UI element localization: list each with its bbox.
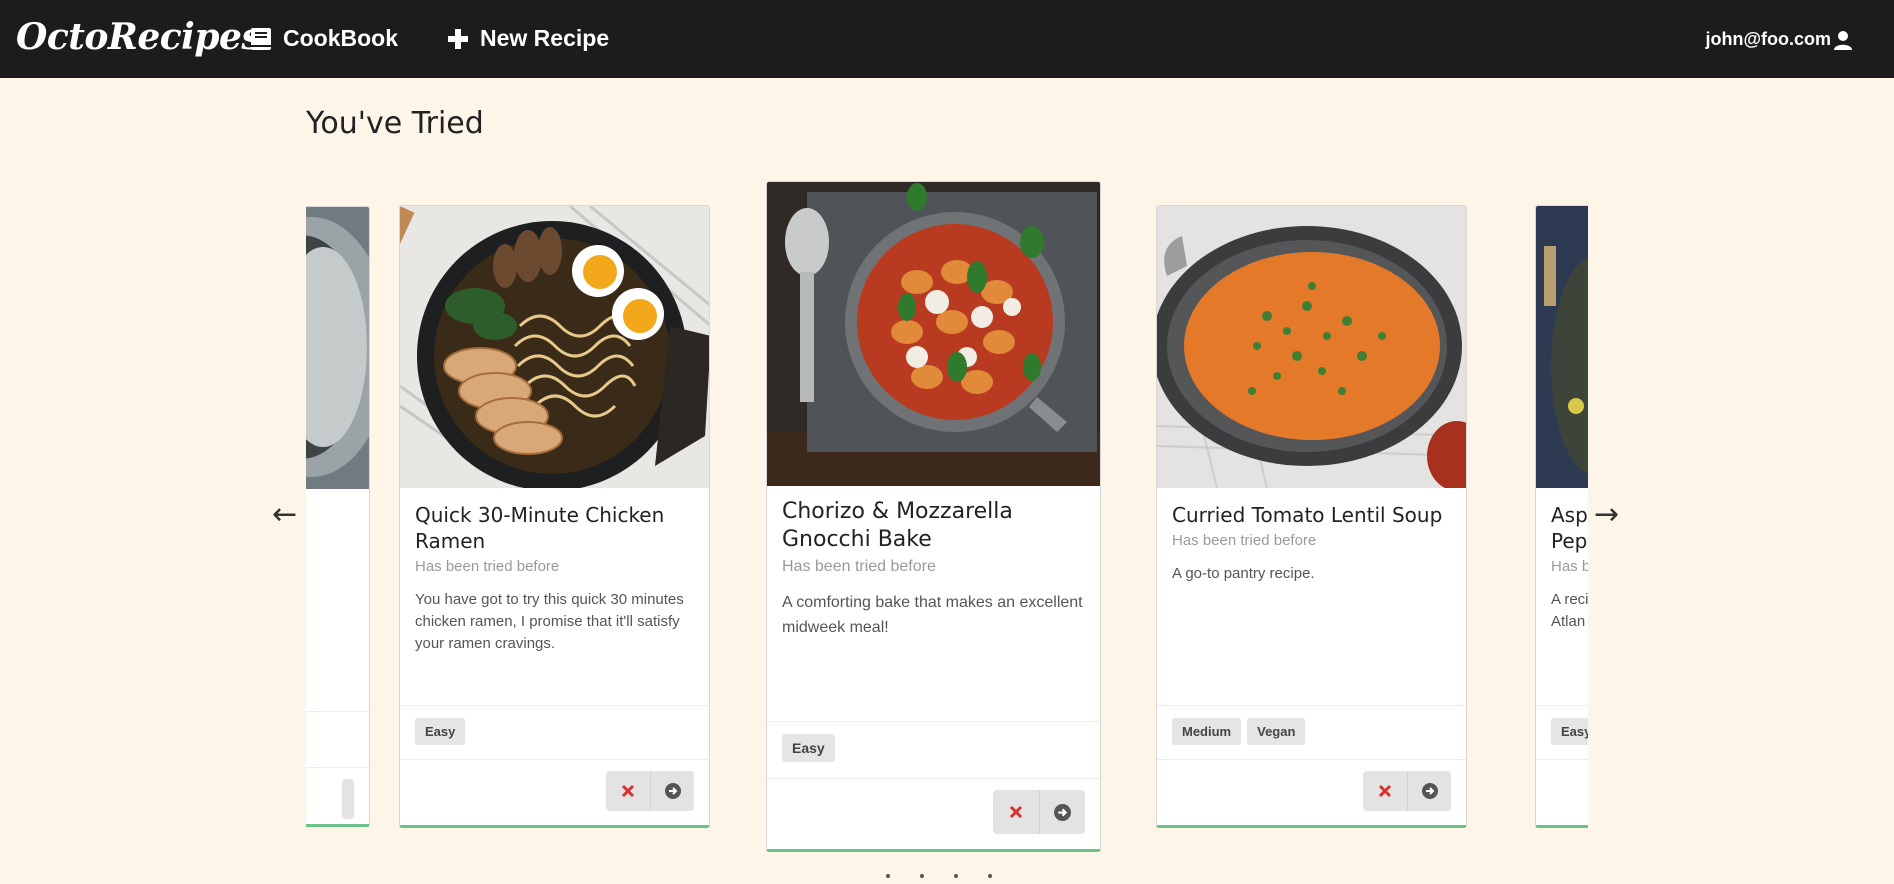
user-menu[interactable]: john@foo.com bbox=[1705, 29, 1853, 50]
recipe-card[interactable] bbox=[306, 206, 370, 827]
recipe-card[interactable]: Curried Tomato Lentil Soup Has been trie… bbox=[1156, 205, 1467, 828]
open-recipe-button[interactable] bbox=[1039, 790, 1085, 834]
recipe-description: A reci Atlan bbox=[1551, 591, 1588, 630]
recipe-title[interactable]: Quick 30-Minute Chicken Ramen bbox=[415, 502, 694, 554]
open-recipe-button[interactable] bbox=[1407, 771, 1451, 811]
arrow-right-circle-icon bbox=[1421, 783, 1438, 799]
recipe-body: Quick 30-Minute Chicken Ramen Has been t… bbox=[400, 502, 709, 655]
book-icon bbox=[249, 27, 273, 51]
remove-recipe-button[interactable] bbox=[993, 790, 1039, 834]
recipe-photo bbox=[767, 182, 1100, 486]
recipe-description: A go-to pantry recipe. bbox=[1172, 565, 1315, 582]
nav-cookbook-label: CookBook bbox=[283, 25, 398, 51]
remove-recipe-button[interactable] bbox=[606, 771, 650, 811]
user-icon bbox=[1833, 30, 1853, 50]
recipe-tag[interactable]: Easy bbox=[415, 718, 466, 745]
recipe-subtitle: Has been tried before bbox=[1172, 532, 1317, 549]
recipe-tag[interactable]: Medium bbox=[1172, 718, 1242, 745]
recipe-tags: Easy bbox=[1536, 705, 1588, 757]
page-title: You've Tried bbox=[306, 106, 484, 141]
recipe-actions bbox=[767, 778, 1100, 845]
recipe-subtitle: Has b bbox=[1551, 558, 1588, 575]
carousel-dot[interactable] bbox=[920, 874, 924, 878]
nav-new-recipe-label: New Recipe bbox=[480, 25, 610, 51]
close-icon bbox=[1009, 805, 1023, 819]
recipe-tags: Easy bbox=[767, 721, 1100, 774]
recipe-tag[interactable]: Vegan bbox=[1247, 718, 1306, 745]
recipe-subtitle: Has been tried before bbox=[782, 558, 936, 575]
carousel-dots bbox=[886, 874, 992, 878]
close-icon bbox=[1378, 784, 1392, 798]
recipe-body: Curried Tomato Lentil Soup Has been trie… bbox=[1157, 502, 1466, 585]
recipe-photo bbox=[306, 207, 369, 489]
carousel-dot[interactable] bbox=[954, 874, 958, 878]
remove-recipe-button[interactable] bbox=[1363, 771, 1407, 811]
recipe-title[interactable]: AspaPepp bbox=[1551, 502, 1588, 554]
recipe-title[interactable]: Curried Tomato Lentil Soup bbox=[1172, 502, 1451, 528]
recipe-actions bbox=[1536, 759, 1588, 825]
recipe-actions bbox=[306, 767, 369, 824]
recipe-tags bbox=[306, 711, 369, 767]
recipe-card[interactable]: AspaPepp Has b A reciAtlan Easy bbox=[1535, 205, 1588, 828]
carousel-dot[interactable] bbox=[988, 874, 992, 878]
recipe-body: Chorizo & Mozzarella Gnocchi Bake Has be… bbox=[767, 498, 1100, 640]
carousel-viewport: Quick 30-Minute Chicken Ramen Has been t… bbox=[306, 160, 1588, 860]
recipe-card-active[interactable]: Chorizo & Mozzarella Gnocchi Bake Has be… bbox=[766, 181, 1101, 852]
recipe-card[interactable]: Quick 30-Minute Chicken Ramen Has been t… bbox=[399, 205, 710, 828]
recipe-subtitle: Has been tried before bbox=[415, 558, 560, 575]
recipe-tag[interactable]: Easy bbox=[782, 734, 835, 762]
carousel-prev-arrow[interactable]: ← bbox=[272, 497, 297, 532]
open-recipe-button[interactable] bbox=[650, 771, 694, 811]
nav-cookbook-link[interactable]: CookBook bbox=[249, 25, 398, 52]
recipe-actions bbox=[1157, 759, 1466, 822]
brand-logo[interactable]: OctoRecipes bbox=[16, 16, 262, 58]
nav-new-recipe-link[interactable]: New Recipe bbox=[446, 25, 609, 52]
recipe-description: A comforting bake that makes an excellen… bbox=[782, 594, 1083, 636]
carousel-dot[interactable] bbox=[886, 874, 890, 878]
carousel-next-arrow[interactable]: → bbox=[1594, 497, 1619, 532]
close-icon bbox=[621, 784, 635, 798]
recipe-title[interactable]: Chorizo & Mozzarella Gnocchi Bake bbox=[782, 498, 1085, 554]
user-email: john@foo.com bbox=[1705, 29, 1831, 49]
plus-icon bbox=[446, 27, 470, 51]
recipe-photo bbox=[1536, 206, 1588, 488]
open-recipe-button[interactable] bbox=[342, 779, 354, 819]
recipe-description: You have got to try this quick 30 minute… bbox=[415, 591, 684, 652]
recipe-tags: Easy bbox=[400, 705, 709, 757]
recipe-tag[interactable]: Easy bbox=[1551, 718, 1588, 745]
recipe-photo bbox=[1157, 206, 1466, 488]
recipe-body: AspaPepp Has b A reciAtlan bbox=[1536, 502, 1588, 633]
navbar: OctoRecipes CookBook New Recipe john@foo… bbox=[0, 0, 1894, 78]
arrow-right-circle-icon bbox=[1054, 803, 1071, 821]
recipe-tags: Medium Vegan bbox=[1157, 705, 1466, 757]
arrow-right-circle-icon bbox=[664, 783, 681, 799]
recipe-photo bbox=[400, 206, 709, 488]
recipe-actions bbox=[400, 759, 709, 822]
